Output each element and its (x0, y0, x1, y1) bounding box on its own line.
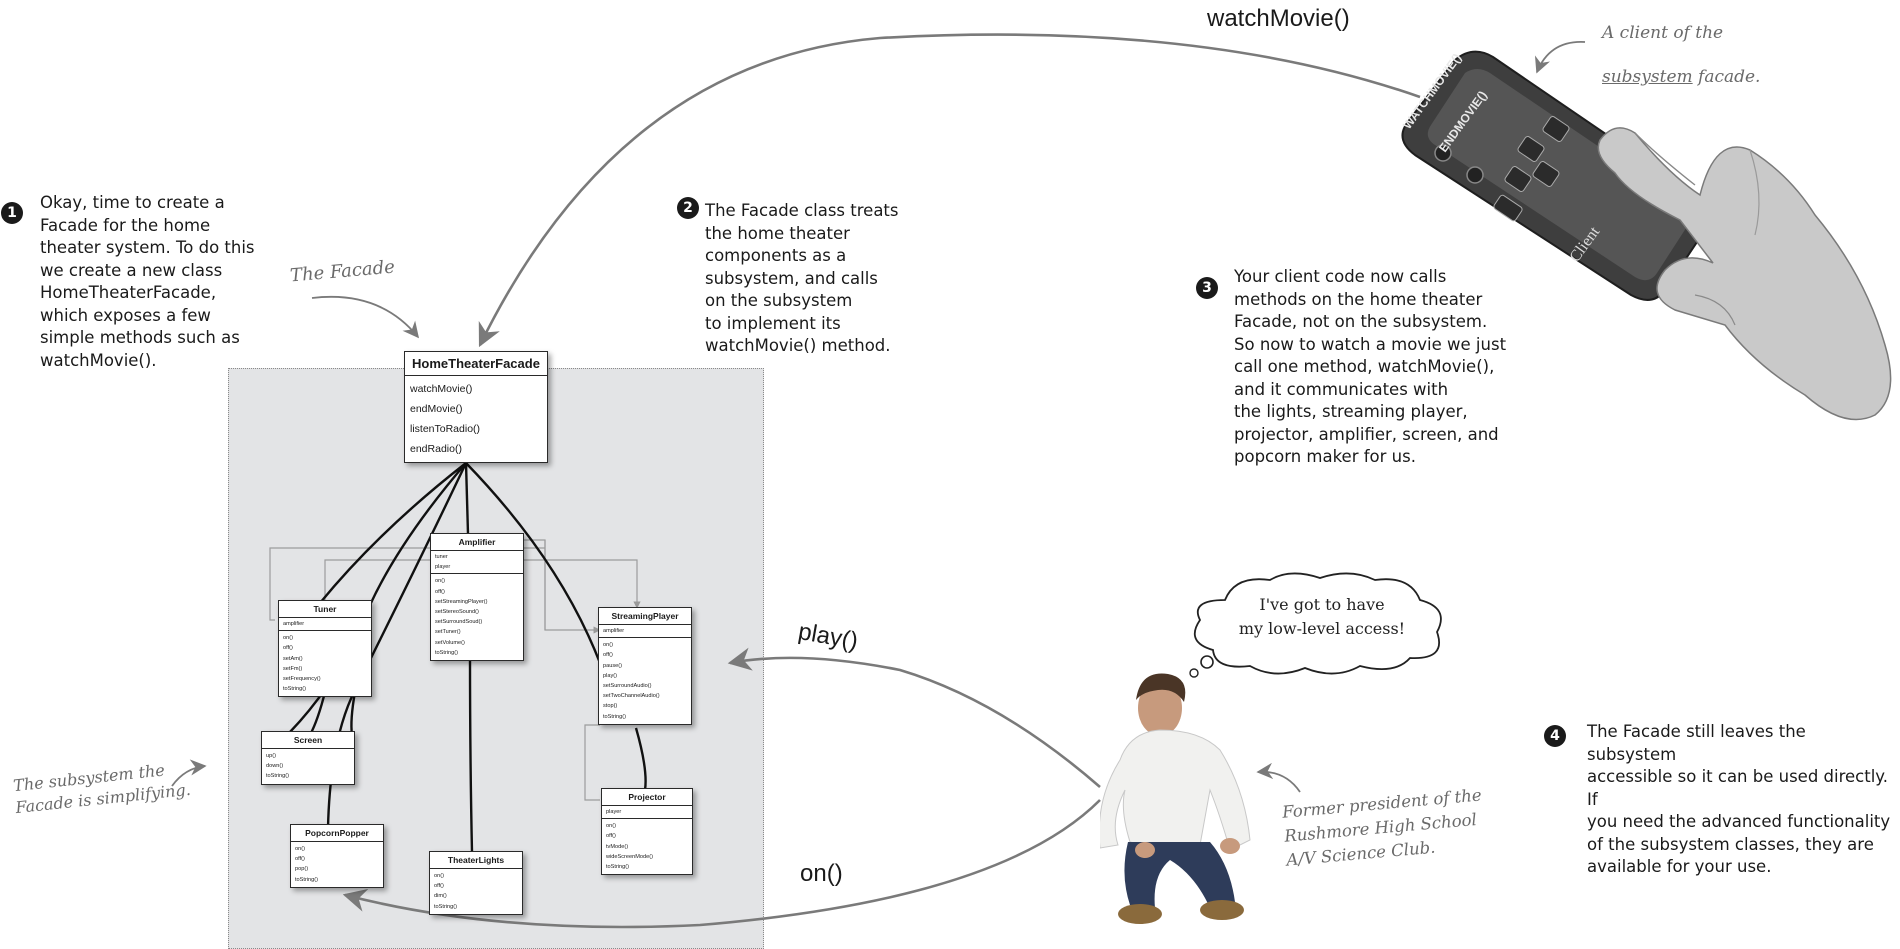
amplifier-class: Amplifier tuner player on() off() setStr… (430, 533, 524, 662)
class-method: setStreamingPlayer() (435, 598, 488, 605)
projector-class: Projector player on() off() tvMode() wid… (601, 788, 693, 876)
thought-text: I've got to have my low-level access! (1238, 595, 1406, 638)
class-method: off() (295, 856, 305, 863)
class-attr: player (435, 564, 451, 571)
class-method: pop() (295, 866, 309, 873)
class-method: off() (435, 588, 445, 595)
class-methods: on() off() pause() play() setSurroundAud… (599, 638, 691, 724)
class-method: on() (434, 873, 444, 879)
theater-lights-class: TheaterLights on() off() dim() toString(… (429, 851, 523, 915)
class-method: stop() (603, 703, 618, 710)
class-method: setStereoSound() (435, 609, 479, 616)
class-name: Amplifier (431, 534, 523, 551)
class-method: dim() (434, 893, 447, 900)
class-method: setVolume() (435, 639, 465, 646)
class-method: setTuner() (435, 629, 461, 636)
class-attr: amplifier (603, 628, 625, 634)
class-name: Tuner (279, 601, 371, 618)
class-methods: on() off() tvMode() wideScreenMode() toS… (602, 819, 692, 874)
class-attrs: amplifier (599, 625, 691, 639)
popcorn-popper-class: PopcornPopper on() off() pop() toString(… (290, 824, 384, 888)
class-method: off() (434, 883, 444, 890)
facade-methods: watchMovie() endMovie() listenToRadio() … (405, 376, 547, 462)
watchmovie-call-label: watchMovie() (1207, 5, 1350, 32)
class-attrs: amplifier (279, 618, 371, 632)
class-method: toString() (283, 686, 307, 693)
tuner-class: Tuner amplifier on() off() setAm() setFm… (278, 600, 372, 698)
class-method: on() (283, 635, 293, 642)
class-method: toString() (606, 864, 630, 871)
class-attr: amplifier (283, 621, 305, 627)
class-attrs: player (602, 806, 692, 820)
step-4-badge: 4 (1544, 725, 1566, 747)
class-method: down() (266, 763, 284, 770)
class-method: play() (603, 672, 617, 679)
remote-illustration: WATCHMOVIE() ENDMOVIE() Client (1400, 50, 1892, 421)
class-method: off() (283, 645, 293, 652)
screen-class: Screen up() down() toString() (261, 731, 355, 785)
class-method: toString() (266, 773, 290, 780)
class-methods: on() off() pop() toString() (291, 842, 383, 887)
step-2-badge: 2 (677, 197, 699, 219)
class-method: on() (435, 578, 445, 585)
class-method: setFrequency() (283, 676, 321, 683)
step-1-text: Okay, time to create a Facade for the ho… (40, 193, 255, 370)
class-method: on() (603, 642, 613, 649)
class-methods: on() off() setAm() setFm() setFrequency(… (279, 631, 371, 696)
class-name: StreamingPlayer (599, 608, 691, 625)
class-method: toString() (295, 876, 319, 883)
class-attr: player (606, 809, 622, 815)
class-method: pause() (603, 662, 622, 669)
class-name: TheaterLights (430, 852, 522, 869)
streaming-player-class: StreamingPlayer amplifier on() off() pau… (598, 607, 692, 725)
class-method: setSurroundSoud() (435, 619, 483, 626)
step-1-badge: 1 (1, 202, 23, 224)
facade-class-name: HomeTheaterFacade (405, 352, 547, 376)
facade-method: endMovie() (410, 403, 463, 415)
client-annotation-line1: A client of the (1602, 23, 1724, 43)
on-call-label: on() (800, 860, 843, 887)
class-attrs: tuner player (431, 551, 523, 575)
facade-method: listenToRadio() (410, 423, 481, 435)
class-method: on() (606, 823, 616, 830)
person-icon (1100, 673, 1251, 924)
class-methods: on() off() dim() toString() (430, 869, 522, 914)
class-methods: up() down() toString() (262, 749, 354, 784)
class-attr: tuner (435, 554, 448, 560)
class-method: off() (603, 652, 613, 659)
facade-method: endRadio() (410, 443, 462, 455)
step-4-text: The Facade still leaves the subsystem ac… (1587, 722, 1891, 876)
class-method: tvMode() (606, 843, 629, 850)
class-method: wideScreenMode() (606, 853, 653, 860)
class-name: Projector (602, 789, 692, 806)
step-2-text: The Facade class treats the home theater… (705, 201, 899, 355)
class-name: PopcornPopper (291, 825, 383, 842)
class-name: Screen (262, 732, 354, 749)
class-method: setTwoChannelAudio() (603, 693, 660, 700)
class-method: off() (606, 833, 616, 840)
class-method: up() (266, 753, 276, 759)
facade-method: watchMovie() (410, 383, 473, 395)
facade-class: HomeTheaterFacade watchMovie() endMovie(… (404, 351, 548, 463)
person-illustration (1100, 673, 1251, 924)
class-method: toString() (434, 903, 458, 910)
class-method: toString() (603, 713, 627, 720)
class-method: setAm() (283, 655, 303, 662)
class-method: on() (295, 846, 305, 852)
class-method: setFm() (283, 665, 303, 672)
class-method: toString() (435, 649, 459, 656)
step-3-badge: 3 (1196, 277, 1218, 299)
class-method: setSurroundAudio() (603, 683, 652, 690)
class-methods: on() off() setStreamingPlayer() setStere… (431, 574, 523, 660)
